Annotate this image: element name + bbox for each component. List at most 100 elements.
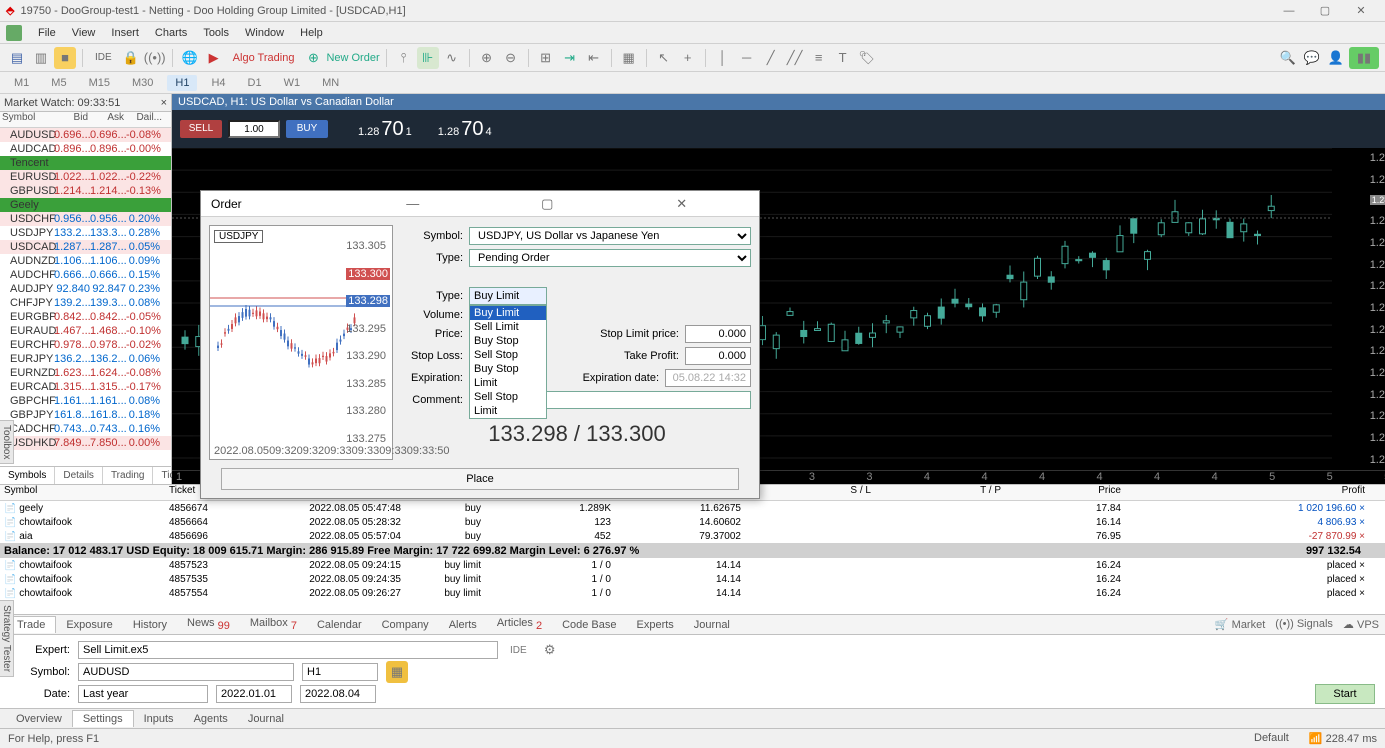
- tester-tab-overview[interactable]: Overview: [6, 711, 72, 727]
- sell-button[interactable]: SELL: [180, 120, 222, 138]
- chat-icon[interactable]: 💬: [1301, 47, 1323, 69]
- tab-articles[interactable]: Articles 2: [487, 615, 552, 634]
- menu-file[interactable]: File: [30, 27, 64, 39]
- market-watch-row[interactable]: GBPUSD1.214...1.214...-0.13%: [0, 184, 171, 198]
- mw-tab-symbols[interactable]: Symbols: [0, 467, 55, 484]
- market-watch-row[interactable]: EURJPY136.2...136.2...0.06%: [0, 352, 171, 366]
- menu-tools[interactable]: Tools: [195, 27, 237, 39]
- vps-link[interactable]: ☁ VPS: [1343, 618, 1379, 631]
- crosshair-icon[interactable]: +: [677, 47, 699, 69]
- col-profit[interactable]: Profit: [1125, 485, 1385, 500]
- ordertype-option[interactable]: Sell Stop: [470, 348, 546, 362]
- close-icon[interactable]: ×: [161, 94, 167, 111]
- shift-icon[interactable]: ⇤: [583, 47, 605, 69]
- col-bid[interactable]: Bid: [54, 112, 90, 127]
- signal-icon[interactable]: ((•)): [144, 47, 166, 69]
- zoom-out-icon[interactable]: ⊖: [500, 47, 522, 69]
- dlg-expdate-input[interactable]: [665, 369, 751, 387]
- tester-tab-journal[interactable]: Journal: [238, 711, 294, 727]
- menu-help[interactable]: Help: [292, 27, 331, 39]
- dlg-takeprofit-input[interactable]: [685, 347, 751, 365]
- bar-chart-icon[interactable]: ⫯: [393, 47, 415, 69]
- trendline-icon[interactable]: ╱: [760, 47, 782, 69]
- tf-h1[interactable]: H1: [167, 75, 197, 91]
- tf-w1[interactable]: W1: [276, 75, 309, 91]
- market-watch-row[interactable]: AUDUSD0.696...0.696...-0.08%: [0, 128, 171, 142]
- market-watch-row[interactable]: USDJPY133.2...133.3...0.28%: [0, 226, 171, 240]
- position-row[interactable]: 📄 chowtaifook48566642022.08.05 05:28:32b…: [0, 515, 1385, 529]
- globe-icon[interactable]: 🌐: [179, 47, 201, 69]
- market-watch-row[interactable]: CHFJPY139.2...139.3...0.08%: [0, 296, 171, 310]
- market-watch-row[interactable]: EURUSD1.022...1.022...-0.22%: [0, 170, 171, 184]
- col-daily[interactable]: Dail...: [126, 112, 164, 127]
- market-watch-row[interactable]: AUDCHF0.666...0.666...0.15%: [0, 268, 171, 282]
- market-watch-row[interactable]: EURCAD1.315...1.315...-0.17%: [0, 380, 171, 394]
- buy-button[interactable]: BUY: [286, 120, 328, 138]
- tf-m1[interactable]: M1: [6, 75, 37, 91]
- market-watch-row[interactable]: Geely: [0, 198, 171, 212]
- place-button[interactable]: Place: [221, 468, 739, 490]
- menu-view[interactable]: View: [64, 27, 104, 39]
- app-menu-icon[interactable]: [6, 25, 22, 41]
- cursor-icon[interactable]: ↖: [653, 47, 675, 69]
- signals-link[interactable]: ((•)) Signals: [1275, 618, 1333, 631]
- tab-calendar[interactable]: Calendar: [307, 617, 372, 633]
- tab-alerts[interactable]: Alerts: [439, 617, 487, 633]
- minimize-button[interactable]: —: [1271, 1, 1307, 21]
- tf-h4[interactable]: H4: [203, 75, 233, 91]
- market-watch-list[interactable]: AUDUSD0.696...0.696...-0.08%AUDCAD0.896.…: [0, 128, 171, 466]
- ordertype-option[interactable]: Sell Stop Limit: [470, 390, 546, 418]
- label-icon[interactable]: 🏷: [856, 47, 878, 69]
- line-chart-icon[interactable]: ∿: [441, 47, 463, 69]
- dlg-stoplimit-input[interactable]: [685, 325, 751, 343]
- close-button[interactable]: ✕: [1343, 1, 1379, 21]
- fibo-icon[interactable]: ≡: [808, 47, 830, 69]
- channel-icon[interactable]: ╱╱: [784, 47, 806, 69]
- timeframe-select[interactable]: [302, 663, 378, 681]
- vline-icon[interactable]: │: [712, 47, 734, 69]
- dialog-maximize-button[interactable]: ▢: [480, 196, 615, 212]
- date-from-input[interactable]: [216, 685, 292, 703]
- position-row[interactable]: 📄 aia48566962022.08.05 05:57:04buy45279.…: [0, 529, 1385, 543]
- profiles-icon[interactable]: ▥: [30, 47, 52, 69]
- ide-button[interactable]: IDE: [89, 47, 118, 69]
- tester-tab-settings[interactable]: Settings: [72, 710, 134, 727]
- tf-d1[interactable]: D1: [240, 75, 270, 91]
- mw-tab-trading[interactable]: Trading: [103, 467, 154, 484]
- tester-tab-inputs[interactable]: Inputs: [134, 711, 184, 727]
- connection-icon[interactable]: ▮▮: [1349, 47, 1379, 69]
- volume-input[interactable]: [228, 120, 280, 138]
- expert-select[interactable]: [78, 641, 498, 659]
- dlg-ordertype-value[interactable]: Buy Limit: [469, 287, 547, 305]
- dialog-minimize-button[interactable]: —: [346, 196, 481, 211]
- menu-insert[interactable]: Insert: [103, 27, 147, 39]
- date-range-select[interactable]: [78, 685, 208, 703]
- hline-icon[interactable]: ─: [736, 47, 758, 69]
- col-tp[interactable]: T / P: [875, 485, 1005, 500]
- ordertype-option[interactable]: Buy Stop: [470, 334, 546, 348]
- menu-window[interactable]: Window: [237, 27, 292, 39]
- toolbox-side-label[interactable]: Toolbox: [0, 420, 14, 464]
- market-watch-row[interactable]: Tencent: [0, 156, 171, 170]
- tf-m5[interactable]: M5: [43, 75, 74, 91]
- candle-chart-icon[interactable]: ⊪: [417, 47, 439, 69]
- tester-side-label[interactable]: Strategy Tester: [0, 600, 14, 677]
- market-watch-row[interactable]: EURGBP0.842...0.842...-0.05%: [0, 310, 171, 324]
- dlg-ordertype-dropdown[interactable]: Buy LimitSell LimitBuy StopSell StopBuy …: [469, 305, 547, 419]
- algo-stop-icon[interactable]: ▶: [203, 47, 225, 69]
- ordertype-option[interactable]: Sell Limit: [470, 320, 546, 334]
- market-watch-row[interactable]: EURCHF0.978...0.978...-0.02%: [0, 338, 171, 352]
- ordertype-option[interactable]: Buy Limit: [470, 306, 546, 320]
- position-row[interactable]: 📄 chowtaifook48575542022.08.05 09:26:27b…: [0, 586, 1385, 600]
- tab-experts[interactable]: Experts: [627, 617, 684, 633]
- market-watch-row[interactable]: GBPJPY161.8...161.8...0.18%: [0, 408, 171, 422]
- col-ask[interactable]: Ask: [90, 112, 126, 127]
- tf-m30[interactable]: M30: [124, 75, 161, 91]
- market-watch-row[interactable]: GBPCHF1.161...1.161...0.08%: [0, 394, 171, 408]
- market-watch-row[interactable]: AUDNZD1.106...1.106...0.09%: [0, 254, 171, 268]
- tab-exposure[interactable]: Exposure: [56, 617, 122, 633]
- search-icon[interactable]: 🔍: [1277, 47, 1299, 69]
- menu-charts[interactable]: Charts: [147, 27, 195, 39]
- dlg-type-select[interactable]: Pending Order: [469, 249, 751, 267]
- market-watch-row[interactable]: EURAUD1.467...1.468...-0.10%: [0, 324, 171, 338]
